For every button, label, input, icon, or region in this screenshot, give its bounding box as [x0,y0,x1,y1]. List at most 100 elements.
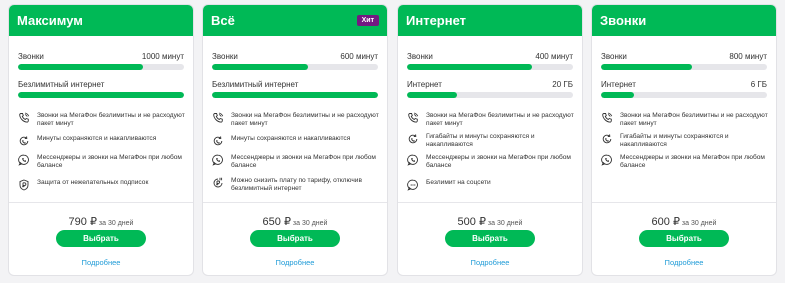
unlimited-calls-icon [212,112,224,124]
calls-value: 1000 минут [141,52,184,61]
feature-text: Звонки на МегаФон безлимитны и не расход… [426,112,574,128]
unlimited-calls-icon [18,112,30,124]
feature-text: Безлимит на соцсети [426,179,491,186]
card-header: Звонки [592,5,776,36]
feature-item: Защита от нежелательных подписок [18,179,185,191]
tariff-card-all: Всё Хит Звонки 600 минут Безлимитный инт… [202,4,388,276]
card-title: Всё [211,13,235,28]
calls-value: 400 минут [535,52,573,61]
price: 500 ₽ за 30 дней [398,212,582,230]
calls-label: Звонки [212,52,238,61]
feature-item: Звонки на МегаФон безлимитны и не расход… [407,112,574,129]
price-value: 790 ₽ [68,216,97,228]
feature-text: Мессенджеры и звонки на МегаФон при любо… [426,154,571,170]
calls-bar [18,64,184,70]
calls-bar-fill [212,64,309,70]
choose-button[interactable]: Выбрать [56,230,146,247]
price-value: 500 ₽ [457,216,486,228]
card-divider [203,202,387,203]
feature-item: Мессенджеры и звонки на МегаФон при любо… [212,154,379,171]
card-divider [592,202,776,203]
calls-row: Звонки 800 минут [601,52,767,61]
card-header: Всё Хит [203,5,387,36]
details-link[interactable]: Подробнее [203,258,387,267]
rollover-icon [212,135,224,147]
tariff-card-maximum: Максимум Звонки 1000 минут Безлимитный и… [8,4,194,276]
feature-text: Можно снизить плату по тарифу, отключив … [231,177,362,193]
feature-item: Минуты сохраняются и накапливаются [212,135,379,147]
feature-text: Мессенджеры и звонки на МегаФон при любо… [231,154,376,170]
tariff-card-internet: Интернет Звонки 400 минут Интернет 20 ГБ… [397,4,583,276]
feature-item: Звонки на МегаФон безлимитны и не расход… [18,112,185,129]
card-header: Интернет [398,5,582,36]
choose-button[interactable]: Выбрать [639,230,729,247]
tariff-card-calls: Звонки Звонки 800 минут Интернет 6 ГБ Зв… [591,4,777,276]
feature-item: Можно снизить плату по тарифу, отключив … [212,177,379,194]
details-link[interactable]: Подробнее [592,258,776,267]
calls-bar [212,64,378,70]
feature-item: Минуты сохраняются и накапливаются [18,135,185,147]
internet-row: Интернет 20 ГБ [407,80,573,89]
feature-text: Минуты сохраняются и накапливаются [231,135,351,142]
price: 790 ₽ за 30 дней [9,212,193,230]
feature-item: Звонки на МегаФон безлимитны и не расход… [601,112,768,129]
card-title: Интернет [406,13,467,28]
price-period: за 30 дней [290,220,328,227]
price: 600 ₽ за 30 дней [592,212,776,230]
messenger-icon [18,154,30,166]
price-period: за 30 дней [679,220,717,227]
details-link[interactable]: Подробнее [9,258,193,267]
internet-label: Безлимитный интернет [212,80,299,89]
feature-item: Гигабайты и минуты сохраняются и накапли… [407,133,574,150]
hit-badge: Хит [356,15,379,26]
feature-item: Гигабайты и минуты сохраняются и накапли… [601,133,768,150]
feature-text: Мессенджеры и звонки на МегаФон при любо… [620,154,765,170]
feature-text: Гигабайты и минуты сохраняются и накапли… [426,133,535,149]
price-value: 650 ₽ [262,216,291,228]
price-value: 600 ₽ [651,216,680,228]
details-link[interactable]: Подробнее [398,258,582,267]
feature-text: Мессенджеры и звонки на МегаФон при любо… [37,154,182,170]
card-divider [9,202,193,203]
internet-bar-fill [212,92,378,98]
calls-value: 800 минут [729,52,767,61]
calls-label: Звонки [407,52,433,61]
social-icon [407,179,419,191]
internet-label: Интернет [407,80,442,89]
tariff-cards: Максимум Звонки 1000 минут Безлимитный и… [0,0,785,283]
choose-button[interactable]: Выбрать [445,230,535,247]
internet-value: 20 ГБ [552,80,573,89]
calls-row: Звонки 1000 минут [18,52,184,61]
rollover-icon [18,135,30,147]
choose-button[interactable]: Выбрать [250,230,340,247]
calls-bar-fill [407,64,532,70]
internet-label: Безлимитный интернет [18,80,105,89]
internet-row: Безлимитный интернет [18,80,184,89]
card-header: Максимум [9,5,193,36]
calls-row: Звонки 400 минут [407,52,573,61]
shield-icon [18,179,30,191]
card-divider [398,202,582,203]
feature-text: Звонки на МегаФон безлимитны и не расход… [620,112,768,128]
internet-row: Интернет 6 ГБ [601,80,767,89]
feature-item: Мессенджеры и звонки на МегаФон при любо… [18,154,185,171]
unlimited-calls-icon [601,112,613,124]
feature-text: Минуты сохраняются и накапливаются [37,135,157,142]
messenger-icon [212,154,224,166]
calls-label: Звонки [18,52,44,61]
internet-bar-fill [601,92,635,98]
feature-text: Звонки на МегаФон безлимитны и не расход… [37,112,185,128]
feature-item: Мессенджеры и звонки на МегаФон при любо… [407,154,574,171]
calls-bar [407,64,573,70]
messenger-icon [407,154,419,166]
calls-bar-fill [18,64,143,70]
feature-item: Безлимит на соцсети [407,179,574,191]
feature-text: Гигабайты и минуты сохраняются и накапли… [620,133,729,149]
internet-bar [407,92,573,98]
card-title: Звонки [600,13,647,28]
rollover-icon [407,133,419,145]
feature-text: Защита от нежелательных подписок [37,179,149,186]
unlimited-calls-icon [407,112,419,124]
messenger-icon [601,154,613,166]
card-title: Максимум [17,13,83,28]
